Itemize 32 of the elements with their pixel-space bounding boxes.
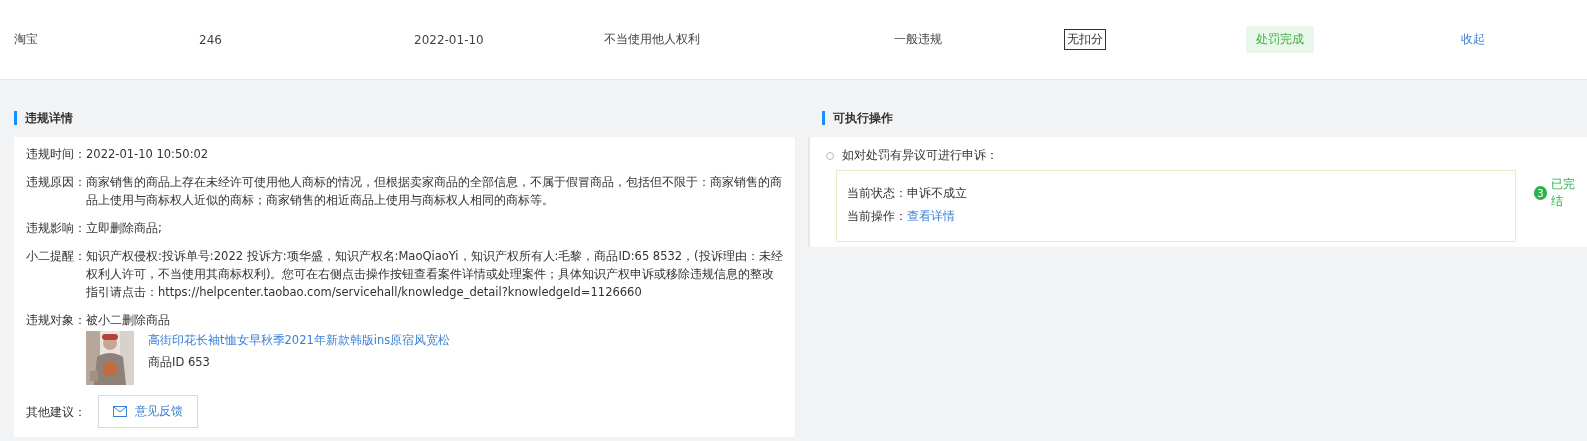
status-badge: 处罚完成 bbox=[1246, 26, 1314, 53]
table-cell-text: 246 bbox=[199, 32, 223, 47]
table-cell-text: 一般违规 bbox=[894, 31, 943, 48]
field-label: 违规原因： bbox=[26, 174, 86, 191]
table-cell-text: 淘宝 bbox=[14, 31, 39, 48]
product-id: 商品ID 653 bbox=[148, 354, 211, 371]
field-label: 其他建议： bbox=[26, 403, 86, 421]
feedback-button[interactable]: 意见反馈 bbox=[98, 395, 198, 428]
table-cell-text: 不当使用他人权利 bbox=[604, 31, 701, 48]
field-value: 2022-01-10 10:50:02 bbox=[86, 146, 210, 163]
field-value: 商家销售的商品上存在未经许可使用他人商标的情况，但根据卖家商品的全部信息，不属于假冒商品，包括但不限于：商家销售的商品上使用与商标权人近似的商标；商家销售的相近商品上使用与商标权人相同的商标等。 bbox=[86, 174, 783, 209]
appeal-prompt: 如对处罚有异议可进行申诉： bbox=[842, 147, 998, 164]
field-label: 小二提醒： bbox=[26, 248, 86, 265]
collapse-link[interactable]: 收起 bbox=[1461, 31, 1485, 48]
field-label: 违规时间： bbox=[26, 146, 86, 163]
product-link[interactable]: 高街印花长袖t恤女早秋季2021年新款韩版ins原宿风宽松 bbox=[148, 331, 451, 349]
field-value: 被小二删除商品 bbox=[86, 312, 171, 329]
field-value: 立即删除商品; bbox=[86, 220, 163, 237]
field-label: 违规影响： bbox=[26, 220, 86, 237]
mail-icon bbox=[113, 406, 127, 417]
section-title: 可执行操作 bbox=[822, 111, 1587, 125]
step-label: 已完结 bbox=[1551, 176, 1577, 210]
field-label: 当前操作： bbox=[847, 209, 907, 223]
field-label: 违规对象： bbox=[26, 312, 86, 329]
deduction-tag: 无扣分 bbox=[1064, 29, 1106, 50]
details-link[interactable]: 查看详情 bbox=[907, 209, 955, 223]
table-cell-text: 2022-01-10 bbox=[414, 32, 485, 47]
field-label: 当前状态： bbox=[847, 186, 907, 200]
step-number: 3 bbox=[1533, 186, 1548, 200]
section-title: 违规详情 bbox=[14, 111, 795, 125]
field-value: 知识产权侵权:投诉单号:2022 投诉方:项华盛，知识产权名:MaoQiaoYi，知识产权所有人:毛黎，商品ID:65 8532，(投诉理由：未经权利人许可，不当使用其商标权利)。您可在右侧点击操作按钮查看案件详情或处理案件；具体知识产权申诉或移除违规信息的整改指引请点击：https://helpcenter.taobao.com/servicehall/knowledge_detail?knowledgeId=1126660 bbox=[86, 248, 783, 301]
field-value: 申诉不成立 bbox=[907, 186, 967, 200]
